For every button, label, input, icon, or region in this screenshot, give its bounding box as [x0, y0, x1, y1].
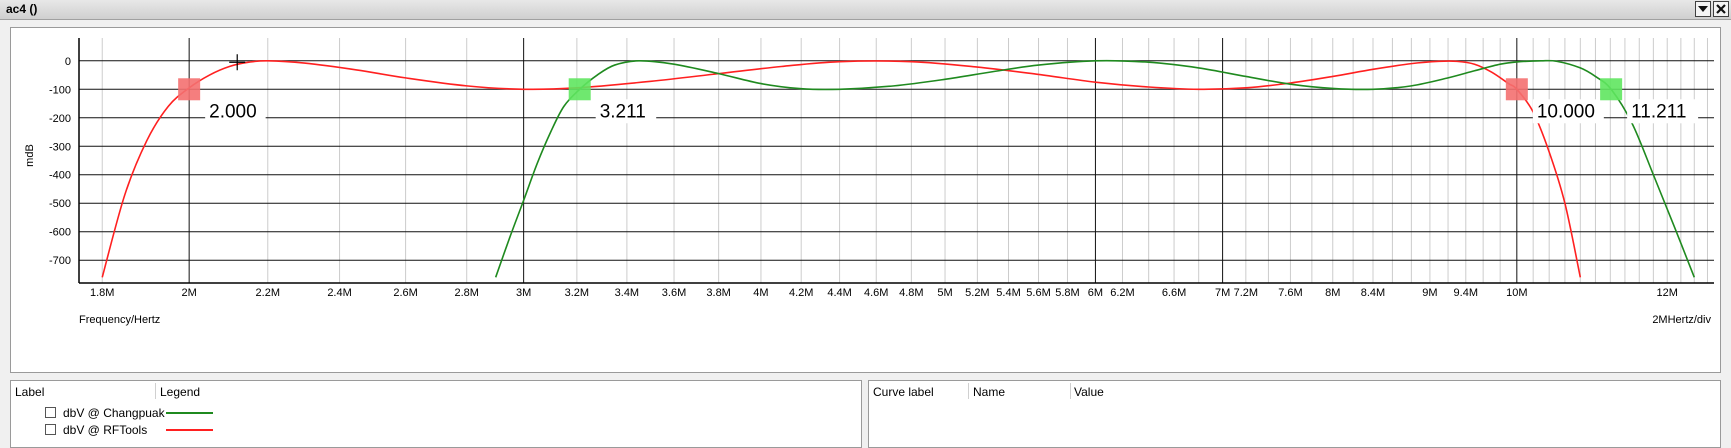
- y-tick-label: 0: [65, 56, 71, 68]
- marker-label: 11.211: [1631, 101, 1686, 122]
- x-tick-label: 7M: [1215, 287, 1230, 299]
- curve-header-curve-label: Curve label: [873, 385, 934, 399]
- curve-header-name: Name: [973, 385, 1006, 399]
- x-tick-label: 2.4M: [327, 287, 351, 299]
- x-tick-label: 7.6M: [1278, 287, 1302, 299]
- window-title: ac4 (): [6, 2, 38, 16]
- x-tick-label: 6.2M: [1110, 287, 1134, 299]
- x-tick-label: 4.2M: [789, 287, 813, 299]
- legend-item-label: dbV @ Changpuak: [63, 406, 165, 420]
- curve-header-value: Value: [1074, 385, 1104, 399]
- marker-label: 10.000: [1537, 101, 1595, 122]
- x-tick-label: 2.6M: [393, 287, 417, 299]
- window-titlebar: ac4 (): [0, 0, 1731, 20]
- y-tick-label: -700: [49, 255, 71, 267]
- y-tick-label: -300: [49, 141, 71, 153]
- column-separator: [968, 383, 969, 399]
- plot-panel[interactable]: 0 -100 -200 -300 -400 -500 -600 -700 1.8M 2M 2.2M 2…: [10, 27, 1721, 373]
- x-tick-label: 2M: [182, 287, 197, 299]
- y-tick-label: -500: [49, 198, 71, 210]
- marker-square: [178, 78, 201, 101]
- dropdown-button[interactable]: [1695, 1, 1711, 17]
- x-tick-label: 9M: [1422, 287, 1437, 299]
- x-axis-label: Frequency/Hertz: [79, 314, 160, 326]
- marker-square: [1505, 78, 1528, 101]
- triangle-down-icon: [1698, 6, 1708, 12]
- y-tick-label: -100: [49, 84, 71, 96]
- marker-square: [1600, 78, 1623, 101]
- x-tick-label: 8M: [1325, 287, 1340, 299]
- x-tick-label: 3M: [516, 287, 531, 299]
- column-separator: [155, 383, 156, 399]
- x-tick-label: 4.8M: [899, 287, 923, 299]
- x-tick-label: 5.4M: [996, 287, 1020, 299]
- x-tick-label: 6.6M: [1162, 287, 1186, 299]
- legend-line-swatch: [166, 429, 213, 431]
- close-icon: [1716, 4, 1726, 14]
- x-tick-label: 5M: [937, 287, 952, 299]
- marker-square: [568, 78, 591, 101]
- legend-header-label: Label: [15, 385, 45, 399]
- x-tick-label: 3.2M: [565, 287, 589, 299]
- y-tick-label: -600: [49, 227, 71, 239]
- chart[interactable]: 0 -100 -200 -300 -400 -500 -600 -700 1.8M 2M 2.2M 2…: [11, 28, 1720, 372]
- series-line-rftools: [101, 59, 1582, 278]
- x-tick-label: 12M: [1657, 287, 1678, 299]
- x-tick-label: 2.2M: [256, 287, 280, 299]
- curve-values-panel: Curve label Name Value: [868, 380, 1721, 448]
- legend-checkbox[interactable]: [45, 424, 56, 435]
- x-tick-label: 2.8M: [454, 287, 478, 299]
- x-tick-label: 3.6M: [662, 287, 686, 299]
- x-scale-label: 2MHertz/div: [1652, 314, 1711, 326]
- legend-panel: Label Legend dbV @ Changpuak dbV @ RFToo…: [10, 380, 862, 448]
- x-tick-label: 7.2M: [1234, 287, 1258, 299]
- x-tick-label: 4.6M: [864, 287, 888, 299]
- x-tick-label: 3.8M: [706, 287, 730, 299]
- x-tick-label: 9.4M: [1454, 287, 1478, 299]
- x-tick-label: 5.8M: [1055, 287, 1079, 299]
- legend-header-legend: Legend: [160, 385, 201, 399]
- x-tick-label: 3.4M: [615, 287, 639, 299]
- x-tick-label: 10M: [1506, 287, 1527, 299]
- marker-label: 2.000: [209, 101, 257, 122]
- legend-line-swatch: [166, 412, 213, 414]
- close-button[interactable]: [1713, 1, 1729, 17]
- x-tick-label: 5.2M: [965, 287, 989, 299]
- x-tick-label: 8.4M: [1361, 287, 1385, 299]
- legend-item-label: dbV @ RFTools: [63, 423, 148, 437]
- x-tick-label: 4M: [753, 287, 768, 299]
- marker-label: 3.211: [600, 101, 646, 122]
- y-tick-label: -200: [49, 113, 71, 125]
- y-axis-label: mdB: [24, 144, 36, 167]
- y-tick-label: -400: [49, 170, 71, 182]
- x-tick-label: 6M: [1088, 287, 1103, 299]
- x-tick-label: 5.6M: [1026, 287, 1050, 299]
- x-tick-label: 1.8M: [90, 287, 114, 299]
- column-separator: [1070, 383, 1071, 399]
- grid-layer: [79, 38, 1714, 283]
- crosshair-cursor-icon: [229, 54, 246, 71]
- x-tick-label: 4.4M: [827, 287, 851, 299]
- legend-checkbox[interactable]: [45, 407, 56, 418]
